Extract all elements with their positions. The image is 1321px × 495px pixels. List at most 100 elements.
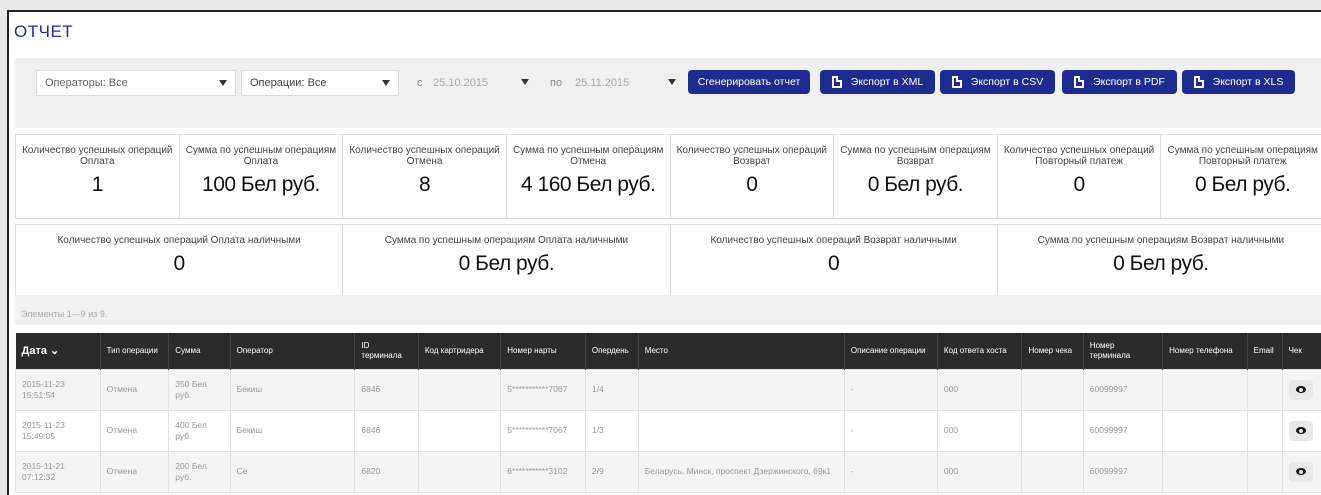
stat-label: Сумма по успешным операциям Возврат	[840, 145, 991, 167]
operations-select-value: Операции: Все	[250, 77, 327, 89]
stat-label: Количество успешных операций Оплата нали…	[57, 235, 301, 246]
table-cell: 60099997	[1082, 409, 1164, 452]
stat-value: 0 Бел руб.	[867, 173, 964, 196]
table-cell	[1021, 409, 1084, 452]
report-page: ОТЧЕТ Операторы: Все Операции: Все с 25.…	[7, 10, 1321, 495]
operations-table: Дата ⌄ Тип операции Сумма Оператор ID термин…	[15, 333, 1321, 493]
column-header: ID терминала	[354, 333, 419, 369]
table-cell: 200 Бел руб.	[168, 450, 231, 493]
to-label: по	[550, 77, 563, 89]
column-header: Описание операции	[844, 333, 938, 369]
operators-select[interactable]: Операторы: Все	[36, 70, 236, 96]
table-cell: Беларусь, Минск, проспект Дзержинского, …	[637, 450, 845, 493]
table-cell: 6820	[354, 450, 419, 493]
table-cell: 000	[936, 368, 1023, 411]
table-cell: 000	[936, 450, 1023, 493]
stat-card: Количество успешных операций Возврат 0	[671, 135, 835, 218]
table-cell: 6***********3102	[500, 450, 586, 493]
table-cell: Бекиш	[229, 409, 356, 452]
stat-card: Сумма по успешным операциям Отмена 4 160 …	[507, 135, 671, 218]
column-header: Email	[1247, 333, 1283, 369]
table-cell: Отмена	[99, 368, 170, 411]
stat-card: Количество успешных операций Оплата нали…	[16, 225, 344, 298]
export-xls-button[interactable]: Экспорт в XLS	[1182, 70, 1295, 94]
table-cell	[1246, 409, 1283, 452]
table-cell: Бекиш	[229, 368, 356, 411]
stat-value: 0 Бел руб.	[1113, 252, 1209, 275]
from-date-select[interactable]: 25.10.2015	[425, 70, 537, 96]
table-cell: 5***********7067	[500, 409, 586, 452]
export-xml-button[interactable]: Экспорт в XML	[820, 70, 935, 94]
view-receipt-button[interactable]	[1288, 420, 1313, 441]
stat-label: Сумма по успешным операциям Повторный пл…	[1167, 145, 1318, 167]
column-header: Номер чека	[1021, 333, 1084, 369]
export-pdf-button[interactable]: Экспорт в PDF	[1062, 70, 1177, 94]
table-cell: 2015-11-21 07:12:32	[15, 450, 101, 493]
to-date-select[interactable]: 25.11.2015	[567, 70, 684, 96]
table-cell: 6846	[354, 409, 419, 452]
table-cell: 350 Бел руб.	[168, 368, 231, 411]
stat-card: Сумма по успешным операциям Повторный пл…	[1161, 135, 1321, 218]
table-cell: Се	[229, 450, 356, 493]
table-cell: 6846	[354, 368, 419, 411]
stat-card: Сумма по успешным операциям Возврат 0 Бел…	[834, 135, 998, 218]
stat-value: 1	[91, 173, 104, 196]
column-header: Сумма	[168, 333, 231, 369]
from-date-value: 25.10.2015	[433, 77, 489, 89]
export-csv-button[interactable]: Экспорт в CSV	[940, 70, 1055, 94]
stat-card: Сумма по успешным операциям Оплата налич…	[343, 225, 671, 298]
stat-value: 0	[173, 252, 186, 275]
operations-select[interactable]: Операции: Все	[241, 70, 399, 96]
table-cell	[1021, 368, 1084, 411]
table-cell: 2/9	[584, 450, 639, 493]
chevron-down-icon	[668, 79, 676, 85]
file-icon	[831, 76, 842, 88]
column-header: Код картридера	[418, 333, 502, 369]
table-cell: 1/3	[584, 409, 639, 452]
table-cell: 400 Бел руб.	[168, 409, 231, 452]
stat-value: 0	[746, 173, 758, 196]
column-header: Место	[638, 333, 845, 369]
table-cell: -	[843, 409, 938, 452]
view-receipt-button[interactable]	[1288, 379, 1313, 400]
column-header-label: Дата	[21, 344, 47, 357]
stat-label: Количество успешных операций Повторный п…	[1003, 145, 1155, 167]
column-header[interactable]: Дата ⌄	[15, 333, 101, 369]
stat-value: 100 Бел руб.	[202, 173, 320, 196]
table-cell: 60099997	[1082, 368, 1164, 411]
stat-label: Сумма по успешным операциям Отмена	[512, 145, 664, 167]
from-label: с	[417, 77, 423, 89]
stats-row-1: Количество успешных операций Оплата 1 Сум…	[15, 134, 1321, 219]
export-xls-label: Экспорт в XLS	[1212, 76, 1284, 88]
table-cell: 1/4	[584, 368, 639, 411]
chevron-down-icon	[382, 80, 390, 86]
file-icon	[1193, 76, 1204, 88]
view-receipt-button[interactable]	[1288, 461, 1313, 482]
table-cell	[637, 409, 845, 452]
column-header: Номер телефона	[1162, 333, 1248, 369]
chevron-down-icon	[521, 79, 529, 85]
receipt-cell	[1281, 450, 1321, 493]
stat-label: Сумма по успешным операциям Оплата	[185, 145, 337, 167]
generate-report-button[interactable]: Сгенерировать отчет	[688, 70, 810, 94]
table-cell	[417, 368, 502, 411]
stat-label: Количество успешных операций Отмена	[349, 145, 500, 167]
export-pdf-label: Экспорт в PDF	[1093, 76, 1165, 88]
stat-value: 0	[828, 252, 840, 275]
table-cell	[1162, 450, 1248, 493]
table-cell	[1246, 450, 1283, 493]
table-body: 2015-11-23 15:51:54 Отмена 350 Бел руб. Бек…	[15, 368, 1321, 493]
table-cell	[417, 450, 502, 493]
table-row: 2015-11-23 15:49:05 Отмена 400 Бел руб. Бек…	[15, 409, 1321, 452]
to-date-value: 25.11.2015	[575, 77, 630, 89]
eye-icon	[1295, 427, 1306, 434]
table-cell: 5***********7067	[500, 368, 586, 411]
table-row: 2015-11-21 07:12:32 Отмена 200 Бел руб. Се 6…	[15, 450, 1321, 493]
sort-down-icon: ⌄	[46, 344, 60, 357]
table-cell: Отмена	[99, 409, 170, 452]
table-cell	[1246, 368, 1283, 411]
stat-label: Количество успешных операций Оплата	[22, 145, 173, 167]
stat-value: 0 Бел руб.	[458, 252, 555, 275]
chevron-down-icon	[219, 80, 227, 86]
column-header: Оператор	[230, 333, 356, 369]
